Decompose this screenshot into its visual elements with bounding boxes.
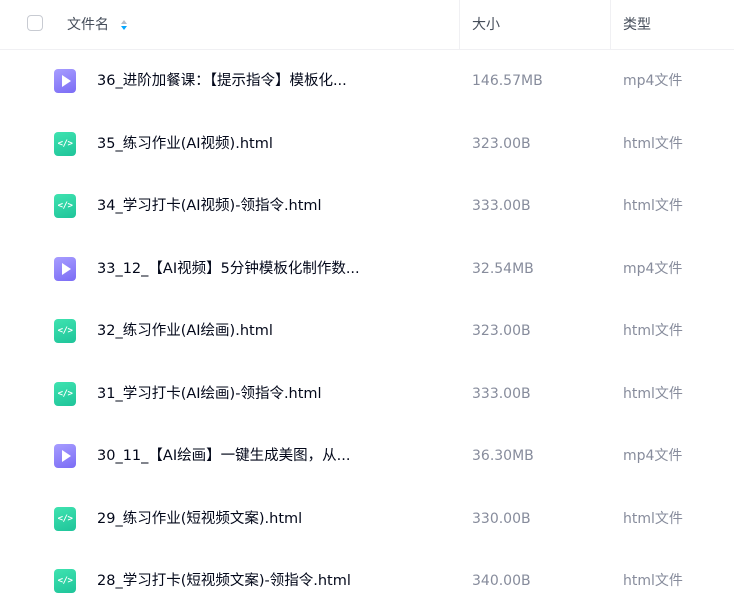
html-file-icon: </>: [54, 132, 76, 156]
file-name[interactable]: 31_学习打卡(AI绘画)-领指令.html: [97, 363, 322, 425]
video-file-icon: [54, 444, 76, 468]
html-file-icon: </>: [54, 382, 76, 406]
file-size: 333.00B: [472, 198, 531, 214]
file-row[interactable]: </> 29_练习作业(短视频文案).html 330.00B html文件: [0, 488, 734, 550]
file-row[interactable]: </> 31_学习打卡(AI绘画)-领指令.html 333.00B html文件: [0, 363, 734, 425]
file-type: html文件: [623, 198, 683, 214]
column-header-name-label: 文件名: [67, 17, 109, 33]
html-file-icon: </>: [54, 194, 76, 218]
file-list: 文件名 大小 类型 36_进阶加餐课：【提示指令】模板化... 146.57MB m…: [0, 0, 734, 608]
file-type: html文件: [623, 573, 683, 589]
file-name[interactable]: 28_学习打卡(短视频文案)-领指令.html: [97, 550, 351, 608]
file-row[interactable]: 30_11_【AI绘画】一键生成美图，从... 36.30MB mp4文件: [0, 425, 734, 487]
file-name[interactable]: 33_12_【AI视频】5分钟模板化制作数...: [97, 238, 360, 300]
file-name[interactable]: 35_练习作业(AI视频).html: [97, 113, 273, 175]
file-size: 323.00B: [472, 323, 531, 339]
html-file-icon: </>: [54, 569, 76, 593]
sort-icon[interactable]: [121, 20, 127, 30]
column-header-name[interactable]: 文件名: [67, 0, 127, 50]
file-type: html文件: [623, 386, 683, 402]
file-size: 340.00B: [472, 573, 531, 589]
html-file-icon: </>: [54, 507, 76, 531]
video-file-icon: [54, 69, 76, 93]
file-row[interactable]: </> 32_练习作业(AI绘画).html 323.00B html文件: [0, 300, 734, 362]
file-type: html文件: [623, 136, 683, 152]
file-type: html文件: [623, 511, 683, 527]
file-size: 32.54MB: [472, 261, 534, 277]
html-file-icon: </>: [54, 319, 76, 343]
file-name[interactable]: 32_练习作业(AI绘画).html: [97, 300, 273, 362]
file-name[interactable]: 36_进阶加餐课：【提示指令】模板化...: [97, 50, 347, 112]
file-size: 36.30MB: [472, 448, 534, 464]
file-row[interactable]: 33_12_【AI视频】5分钟模板化制作数... 32.54MB mp4文件: [0, 238, 734, 300]
select-all-checkbox[interactable]: [27, 15, 43, 31]
column-divider[interactable]: [610, 0, 611, 50]
file-type: mp4文件: [623, 73, 683, 89]
file-row[interactable]: </> 34_学习打卡(AI视频)-领指令.html 333.00B html文件: [0, 175, 734, 237]
file-size: 330.00B: [472, 511, 531, 527]
file-type: mp4文件: [623, 261, 683, 277]
file-row[interactable]: 36_进阶加餐课：【提示指令】模板化... 146.57MB mp4文件: [0, 50, 734, 112]
file-row[interactable]: </> 28_学习打卡(短视频文案)-领指令.html 340.00B html文件: [0, 550, 734, 608]
file-size: 333.00B: [472, 386, 531, 402]
file-type: html文件: [623, 323, 683, 339]
file-row[interactable]: </> 35_练习作业(AI视频).html 323.00B html文件: [0, 113, 734, 175]
column-header-type[interactable]: 类型: [623, 0, 651, 50]
file-size: 146.57MB: [472, 73, 543, 89]
file-name[interactable]: 30_11_【AI绘画】一键生成美图，从...: [97, 425, 350, 487]
file-size: 323.00B: [472, 136, 531, 152]
file-name[interactable]: 29_练习作业(短视频文案).html: [97, 488, 302, 550]
column-divider[interactable]: [459, 0, 460, 50]
column-header-size[interactable]: 大小: [472, 0, 500, 50]
file-name[interactable]: 34_学习打卡(AI视频)-领指令.html: [97, 175, 322, 237]
list-header: 文件名 大小 类型: [0, 0, 734, 50]
file-type: mp4文件: [623, 448, 683, 464]
video-file-icon: [54, 257, 76, 281]
